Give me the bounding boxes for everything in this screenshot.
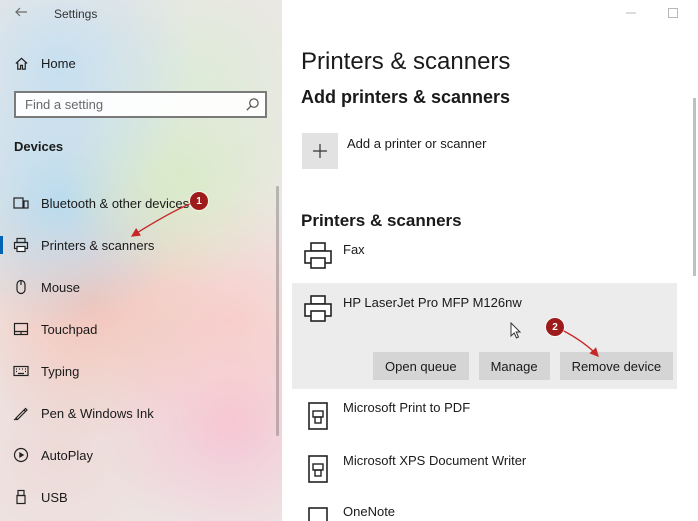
- add-section-heading: Add printers & scanners: [301, 87, 511, 107]
- printer-name: HP LaserJet Pro MFP M126nw: [343, 295, 522, 310]
- page-title: Printers & scanners: [301, 48, 511, 75]
- bluetooth-devices-icon: [13, 195, 29, 211]
- sidebar-item-typing[interactable]: Typing: [0, 350, 282, 392]
- sidebar-item-pen[interactable]: Pen & Windows Ink: [0, 392, 282, 434]
- printer-icon: [13, 237, 29, 253]
- sidebar-item-label: USB: [41, 489, 68, 505]
- printer-item-onenote[interactable]: OneNote: [292, 501, 677, 521]
- plus-icon: [313, 144, 327, 158]
- sidebar-item-label: AutoPlay: [41, 447, 94, 463]
- window-controls: [624, 6, 680, 20]
- pen-icon: [13, 405, 29, 421]
- main-content: Printers & scanners Add printers & scann…: [282, 0, 698, 521]
- open-queue-button[interactable]: Open queue: [373, 352, 469, 380]
- printer-name: Microsoft Print to PDF: [343, 400, 471, 415]
- touchpad-icon: [13, 321, 29, 337]
- usb-icon: [13, 489, 29, 505]
- sidebar-nav: Bluetooth & other devices Printers & sca…: [0, 182, 282, 518]
- sidebar-item-home[interactable]: Home: [0, 50, 282, 76]
- printer-name: OneNote: [343, 504, 396, 519]
- document-printer-icon: [302, 453, 334, 485]
- add-tile: [302, 133, 338, 169]
- sidebar-item-label: Printers & scanners: [41, 237, 155, 253]
- sidebar-item-touchpad[interactable]: Touchpad: [0, 308, 282, 350]
- search-icon[interactable]: [245, 97, 260, 112]
- selection-indicator: [0, 236, 3, 254]
- printer-item-fax[interactable]: Fax: [292, 236, 677, 280]
- sidebar-item-label: Pen & Windows Ink: [41, 405, 154, 421]
- sidebar-item-mouse[interactable]: Mouse: [0, 266, 282, 308]
- annotation-badge-2: 2: [546, 318, 564, 336]
- document-printer-icon: [302, 505, 334, 521]
- sidebar-item-label: Bluetooth & other devices: [41, 195, 190, 211]
- printer-actions: Open queue Manage Remove device: [373, 352, 674, 380]
- remove-device-button[interactable]: Remove device: [559, 352, 674, 380]
- add-printer-label: Add a printer or scanner: [347, 136, 487, 151]
- sidebar-item-label: Touchpad: [41, 321, 98, 337]
- printer-name: Fax: [343, 242, 365, 257]
- sidebar-item-bluetooth[interactable]: Bluetooth & other devices: [0, 182, 282, 224]
- main-scrollbar[interactable]: [693, 98, 696, 276]
- list-section-heading: Printers & scanners: [301, 211, 462, 230]
- sidebar-item-printers[interactable]: Printers & scanners: [0, 224, 282, 266]
- keyboard-icon: [13, 363, 29, 379]
- sidebar-item-label: Mouse: [41, 279, 81, 295]
- sidebar-item-label: Home: [41, 55, 76, 71]
- sidebar: Settings Home Devices Bluetooth & other …: [0, 0, 282, 521]
- printer-icon: [302, 240, 334, 272]
- annotation-badge-1: 1: [190, 192, 208, 210]
- home-icon: [13, 55, 29, 71]
- printer-name: Microsoft XPS Document Writer: [343, 453, 527, 468]
- search-input[interactable]: [16, 93, 241, 116]
- printer-item-xps-writer[interactable]: Microsoft XPS Document Writer: [292, 449, 677, 497]
- section-heading: Devices: [14, 139, 64, 154]
- mouse-cursor-icon: [510, 322, 522, 339]
- autoplay-icon: [13, 447, 29, 463]
- manage-button[interactable]: Manage: [478, 352, 550, 380]
- back-arrow-icon[interactable]: [14, 5, 28, 22]
- document-printer-icon: [302, 400, 334, 432]
- title-bar: Settings: [0, 0, 282, 28]
- search-box: [14, 91, 267, 118]
- sidebar-scrollbar[interactable]: [276, 186, 279, 436]
- mouse-icon: [13, 279, 29, 295]
- sidebar-item-usb[interactable]: USB: [0, 476, 282, 518]
- maximize-icon[interactable]: [666, 6, 680, 20]
- window-title: Settings: [54, 7, 98, 21]
- add-printer-button[interactable]: Add a printer or scanner: [302, 133, 602, 169]
- sidebar-item-label: Typing: [41, 363, 80, 379]
- printer-item-hp-laserjet[interactable]: HP LaserJet Pro MFP M126nw Open queue Ma…: [292, 283, 677, 389]
- minimize-icon[interactable]: [624, 6, 638, 20]
- sidebar-item-autoplay[interactable]: AutoPlay: [0, 434, 282, 476]
- printer-icon: [302, 293, 334, 325]
- printer-item-print-to-pdf[interactable]: Microsoft Print to PDF: [292, 396, 677, 444]
